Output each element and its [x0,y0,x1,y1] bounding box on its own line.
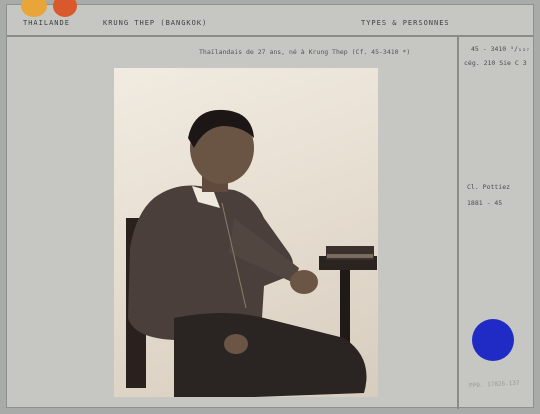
negative-number: cég. 210 Sie C 3 [464,59,527,67]
photo-caption: Thaïlandais de 27 ans, né à Krung Thep (… [199,48,411,56]
yellow-marker-icon [21,0,47,17]
year-note: 1881 - 45 [467,199,503,207]
blue-marker-icon [472,319,514,361]
inventory-stamp: PP0. 17826.137 [468,379,520,390]
vertical-divider [457,37,459,409]
portrait-photo [114,68,378,397]
reference-number: 45 - 3410 ⁵/₁₃₇ [471,45,530,53]
photographer-credit: Cl. Pottiez [467,183,511,191]
seated-man-illustration [126,109,377,397]
header-strip: THAILANDE KRUNG THEP (BANGKOK) TYPES & P… [7,0,533,37]
place-label: KRUNG THEP (BANGKOK) [103,19,208,27]
catalog-card: THAILANDE KRUNG THEP (BANGKOK) TYPES & P… [6,0,534,409]
orange-marker-icon [53,0,77,17]
country-label: THAILANDE [23,19,70,27]
category-label: TYPES & PERSONNES [361,19,450,27]
